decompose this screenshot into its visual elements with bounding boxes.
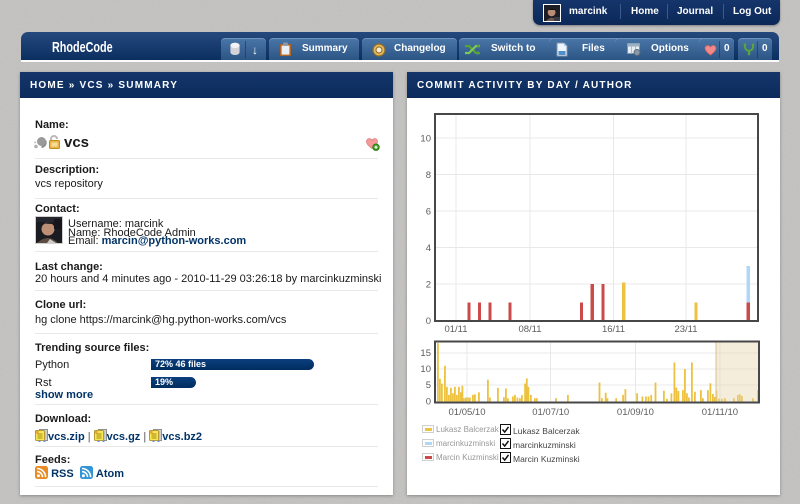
svg-text:0: 0 [426, 396, 431, 407]
svg-text:10: 10 [420, 133, 431, 144]
svg-text:8: 8 [426, 170, 431, 181]
svg-text:08/11: 08/11 [518, 324, 541, 335]
svg-text:01/11: 01/11 [444, 324, 467, 335]
svg-text:16/11: 16/11 [602, 324, 625, 335]
svg-text:01/05/10: 01/05/10 [449, 407, 486, 418]
svg-text:2: 2 [426, 280, 431, 291]
svg-text:10: 10 [420, 364, 431, 375]
svg-text:0: 0 [426, 316, 431, 327]
svg-text:5: 5 [426, 380, 431, 391]
svg-text:6: 6 [426, 207, 431, 218]
svg-text:15: 15 [420, 348, 431, 359]
svg-text:23/11: 23/11 [674, 324, 697, 335]
svg-text:4: 4 [426, 243, 431, 254]
svg-text:01/07/10: 01/07/10 [532, 407, 569, 418]
svg-text:01/09/10: 01/09/10 [617, 407, 654, 418]
svg-text:01/11/10: 01/11/10 [702, 407, 738, 418]
